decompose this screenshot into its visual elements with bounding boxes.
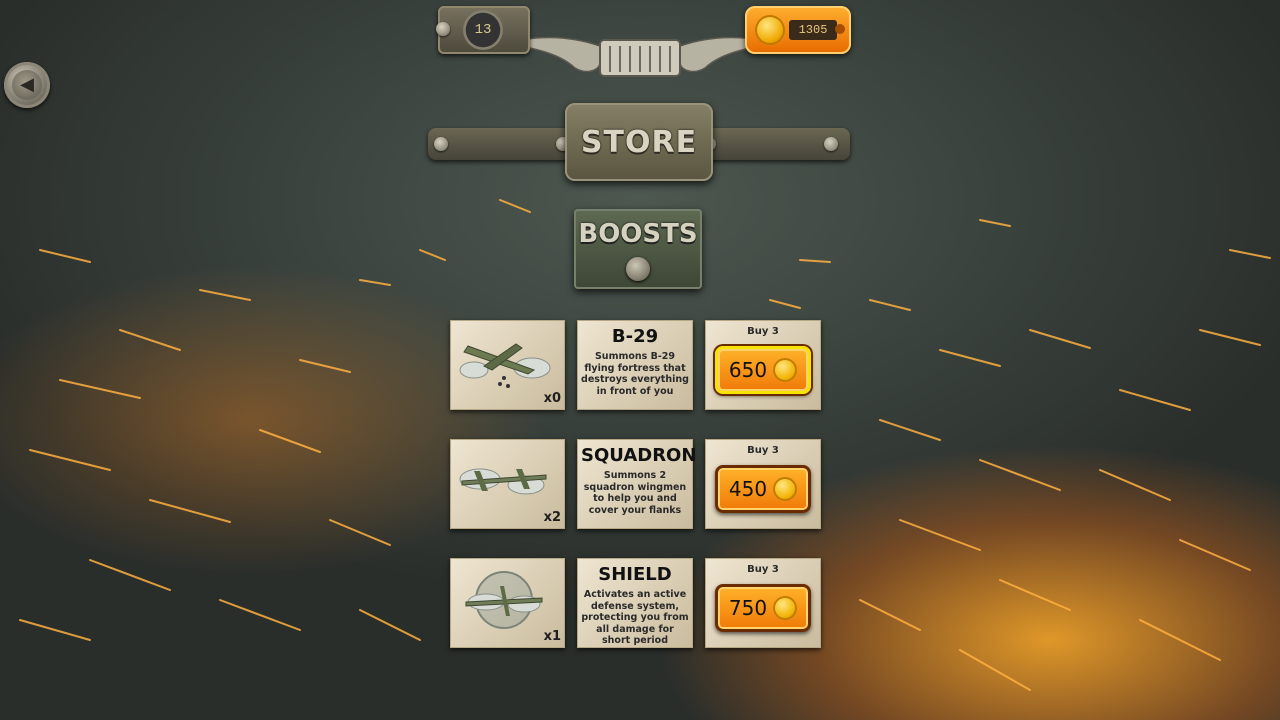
buy-button-shield[interactable]: 750	[715, 584, 811, 632]
coin-balance[interactable]: 1305	[745, 6, 851, 54]
item-description: Summons B-29 flying fortress that destro…	[581, 351, 689, 397]
coin-icon	[773, 596, 798, 620]
item-quantity: x1	[543, 629, 561, 644]
back-arrow-icon: ◀	[12, 70, 42, 100]
buy-button-b29[interactable]: 650	[715, 346, 811, 394]
screw-icon	[626, 257, 650, 281]
tab-boosts[interactable]: BOOSTS	[574, 209, 702, 289]
item-image-squadron: x2	[450, 439, 565, 529]
level-badge: 13	[463, 10, 503, 50]
squadron-icon	[459, 468, 547, 495]
add-coins-icon	[835, 24, 845, 34]
coin-icon	[773, 358, 798, 382]
tab-boosts-label: BOOSTS	[578, 219, 698, 249]
store-title-plate: STORE	[565, 103, 713, 181]
item-name: SHIELD	[598, 564, 672, 585]
buy-quantity-label: Buy 3	[747, 445, 779, 456]
item-description-shield: SHIELD Activates an active defense syste…	[577, 558, 693, 648]
item-quantity: x0	[543, 391, 561, 406]
item-image-b29: x0	[450, 320, 565, 410]
wings-emblem	[506, 36, 774, 77]
b29-bomber-icon	[459, 343, 551, 388]
buy-panel-shield: Buy 3 750	[705, 558, 821, 648]
item-description: Summons 2 squadron wingmen to help you a…	[583, 470, 687, 516]
buy-button-squadron[interactable]: 450	[715, 465, 811, 513]
buy-quantity-label: Buy 3	[747, 564, 779, 575]
item-name: B-29	[611, 326, 659, 347]
buy-panel-squadron: Buy 3 450	[705, 439, 821, 529]
item-name: SQUADRON	[581, 445, 697, 466]
shield-icon	[465, 571, 543, 629]
back-button[interactable]: ◀	[4, 62, 50, 108]
item-description: Activates an active defense system, prot…	[581, 589, 689, 646]
bolt-icon	[436, 22, 450, 36]
item-description-squadron: SQUADRON Summons 2 squadron wingmen to h…	[577, 439, 697, 529]
page-title: STORE	[580, 124, 698, 160]
item-image-shield: x1	[450, 558, 565, 648]
coin-icon	[755, 15, 785, 45]
buy-quantity-label: Buy 3	[747, 326, 779, 337]
coin-icon	[773, 477, 798, 501]
price-value: 650	[728, 358, 768, 382]
bolt-icon	[434, 137, 448, 151]
price-value: 450	[728, 477, 768, 501]
item-description-b29: B-29 Summons B-29 flying fortress that d…	[577, 320, 693, 410]
bolt-icon	[824, 137, 838, 151]
price-value: 750	[728, 596, 768, 620]
coin-amount: 1305	[789, 20, 837, 40]
buy-panel-b29: Buy 3 650	[705, 320, 821, 410]
item-quantity: x2	[543, 510, 561, 525]
